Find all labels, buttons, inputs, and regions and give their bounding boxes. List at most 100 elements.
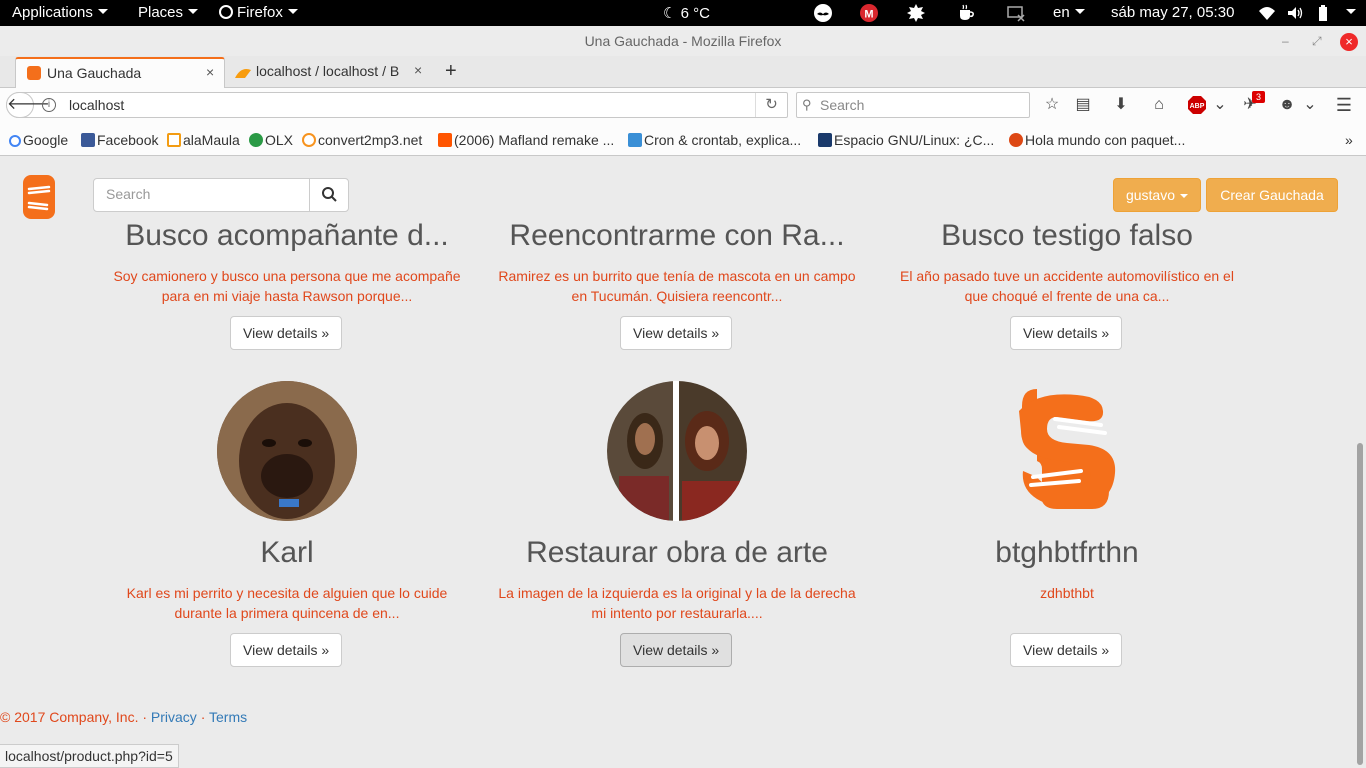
google-icon bbox=[9, 135, 21, 147]
caret-down-icon bbox=[188, 9, 199, 14]
close-tab-icon[interactable]: × bbox=[206, 64, 214, 80]
close-window-button[interactable]: × bbox=[1340, 33, 1358, 51]
soundcloud-icon bbox=[438, 133, 452, 147]
new-tab-button[interactable]: + bbox=[445, 60, 457, 83]
scrollbar-thumb[interactable] bbox=[1357, 443, 1363, 765]
card-description: Ramirez es un burrito que tenía de masco… bbox=[498, 268, 856, 304]
card-description: zdhbthbt bbox=[1040, 585, 1094, 601]
bookmark-google[interactable]: Google bbox=[9, 132, 68, 148]
user-menu-label: gustavo bbox=[1125, 187, 1176, 203]
bookmark-cron[interactable]: Cron & crontab, explica... bbox=[628, 132, 801, 148]
bookmark-facebook[interactable]: Facebook bbox=[81, 132, 158, 148]
view-details-button[interactable]: View details » bbox=[230, 316, 343, 350]
site-search-input[interactable]: Search bbox=[93, 178, 310, 212]
tab-phpmyadmin[interactable]: localhost / localhost / B × bbox=[228, 57, 433, 88]
system-menu[interactable] bbox=[1341, 4, 1356, 21]
chevron-down-icon[interactable]: ⌄ bbox=[1211, 96, 1229, 114]
card-title: Restaurar obra de arte bbox=[526, 536, 828, 569]
card-title: Karl bbox=[260, 536, 314, 569]
weather-indicator[interactable]: ☾ 6 °C bbox=[663, 4, 710, 22]
bookmark-label: Espacio GNU/Linux: ¿C... bbox=[834, 132, 995, 148]
search-icon: ⚲ bbox=[802, 97, 812, 112]
navigation-toolbar: 🡐 i localhost ↻ ⚲ Search ☆ ▤ ⬇ ⌂ ABP ⌄ ✈… bbox=[0, 88, 1366, 124]
page-scrollbar[interactable] bbox=[1354, 157, 1366, 768]
cup-tray-icon[interactable] bbox=[956, 3, 976, 23]
footer-separator: · bbox=[196, 709, 210, 725]
display-tray-icon[interactable] bbox=[1006, 3, 1026, 23]
web-page: Busco acompañante d... Soy camionero y b… bbox=[0, 157, 1354, 768]
firefox-app-menu[interactable]: Firefox bbox=[219, 4, 298, 21]
search-bar[interactable]: ⚲ Search bbox=[796, 92, 1030, 118]
alamaula-icon bbox=[167, 133, 181, 147]
view-details-button[interactable]: View details » bbox=[620, 633, 733, 667]
bookmark-mafland[interactable]: (2006) Mafland remake ... bbox=[438, 132, 614, 148]
reading-list-icon[interactable]: ▤ bbox=[1074, 96, 1092, 114]
painting-avatar-image[interactable] bbox=[607, 381, 747, 521]
hamburger-menu-icon[interactable]: ☰ bbox=[1335, 96, 1353, 114]
view-details-button[interactable]: View details » bbox=[1010, 633, 1123, 667]
mustache-tray-icon[interactable] bbox=[813, 3, 833, 23]
site-navbar: Search gustavo Crear Gauchada bbox=[0, 157, 1354, 231]
copyright-text: © 2017 Company, Inc. · bbox=[0, 709, 151, 725]
maximize-button[interactable]: ⤢ bbox=[1312, 34, 1322, 49]
bookmark-hola-mundo[interactable]: Hola mundo con paquet... bbox=[1009, 132, 1185, 148]
view-details-button[interactable]: View details » bbox=[1010, 316, 1123, 350]
volume-icon[interactable] bbox=[1285, 3, 1305, 23]
applications-menu[interactable]: Applications bbox=[12, 4, 108, 21]
info-icon[interactable]: i bbox=[42, 98, 56, 112]
facebook-icon bbox=[81, 133, 95, 147]
clock[interactable]: sáb may 27, 05:30 bbox=[1111, 4, 1234, 21]
bookmark-alamaula[interactable]: alaMaula bbox=[167, 132, 240, 148]
tab-una-gauchada[interactable]: Una Gauchada × bbox=[15, 57, 225, 88]
window-titlebar: Una Gauchada - Mozilla Firefox – ⤢ × bbox=[0, 26, 1366, 56]
bookmark-star-icon[interactable]: ☆ bbox=[1043, 96, 1061, 114]
crear-gauchada-button[interactable]: Crear Gauchada bbox=[1206, 178, 1338, 212]
card-description: Soy camionero y busco una persona que me… bbox=[113, 268, 461, 304]
dog-avatar-image[interactable] bbox=[217, 381, 357, 521]
url-bar[interactable]: 🡐 i localhost ↻ bbox=[6, 92, 788, 118]
bookmark-olx[interactable]: OLX bbox=[249, 132, 293, 148]
settings-tray-icon[interactable] bbox=[906, 3, 926, 23]
bookmark-label: Google bbox=[23, 132, 69, 148]
applications-label: Applications bbox=[12, 4, 93, 21]
view-details-button[interactable]: View details » bbox=[230, 633, 343, 667]
close-tab-icon[interactable]: × bbox=[414, 62, 422, 78]
home-icon[interactable]: ⌂ bbox=[1150, 96, 1168, 114]
adblock-icon[interactable]: ABP bbox=[1187, 96, 1207, 114]
monkey-extension-icon[interactable]: ☻ bbox=[1278, 96, 1296, 114]
olx-icon bbox=[249, 133, 263, 147]
window-title: Una Gauchada - Mozilla Firefox bbox=[584, 33, 782, 49]
minimize-button[interactable]: – bbox=[1282, 34, 1289, 48]
tab-label: localhost / localhost / B bbox=[256, 63, 400, 79]
download-icon[interactable]: ⬇ bbox=[1112, 96, 1130, 114]
user-menu-button[interactable]: gustavo bbox=[1113, 178, 1201, 212]
caret-down-icon bbox=[1074, 9, 1085, 14]
reload-icon[interactable]: ↻ bbox=[755, 93, 787, 117]
chevron-down-icon[interactable]: ⌄ bbox=[1301, 96, 1319, 114]
bookmark-label: Hola mundo con paquet... bbox=[1025, 132, 1186, 148]
places-menu[interactable]: Places bbox=[138, 4, 199, 21]
back-button[interactable]: 🡐 bbox=[6, 92, 50, 118]
battery-icon[interactable] bbox=[1313, 3, 1333, 23]
url-text[interactable]: localhost bbox=[69, 97, 124, 113]
caret-down-icon bbox=[287, 9, 298, 14]
weather-label: 6 °C bbox=[680, 5, 710, 22]
mega-tray-icon[interactable]: M bbox=[859, 3, 879, 23]
wifi-icon[interactable] bbox=[1257, 3, 1277, 23]
privacy-link[interactable]: Privacy bbox=[151, 709, 197, 725]
site-search-button[interactable] bbox=[309, 178, 349, 212]
bookmark-label: (2006) Mafland remake ... bbox=[454, 132, 615, 148]
gauchada-logo-icon[interactable] bbox=[21, 175, 57, 219]
view-details-button[interactable]: View details » bbox=[620, 316, 733, 350]
places-label: Places bbox=[138, 4, 184, 21]
caret-down-icon bbox=[1346, 9, 1356, 14]
bookmark-espacio-gnu[interactable]: Espacio GNU/Linux: ¿C... bbox=[818, 132, 994, 148]
search-placeholder: Search bbox=[820, 97, 865, 113]
language-indicator[interactable]: en bbox=[1053, 4, 1085, 21]
bookmarks-overflow-icon[interactable]: » bbox=[1345, 132, 1353, 148]
bookmark-convert2mp3[interactable]: convert2mp3.net bbox=[302, 132, 422, 148]
terms-link[interactable]: Terms bbox=[209, 709, 247, 725]
tab-strip: Una Gauchada × localhost / localhost / B… bbox=[0, 56, 1366, 88]
card-description: El año pasado tuve un accidente automovi… bbox=[900, 268, 1234, 304]
gauchada-logo-image[interactable] bbox=[997, 381, 1137, 521]
